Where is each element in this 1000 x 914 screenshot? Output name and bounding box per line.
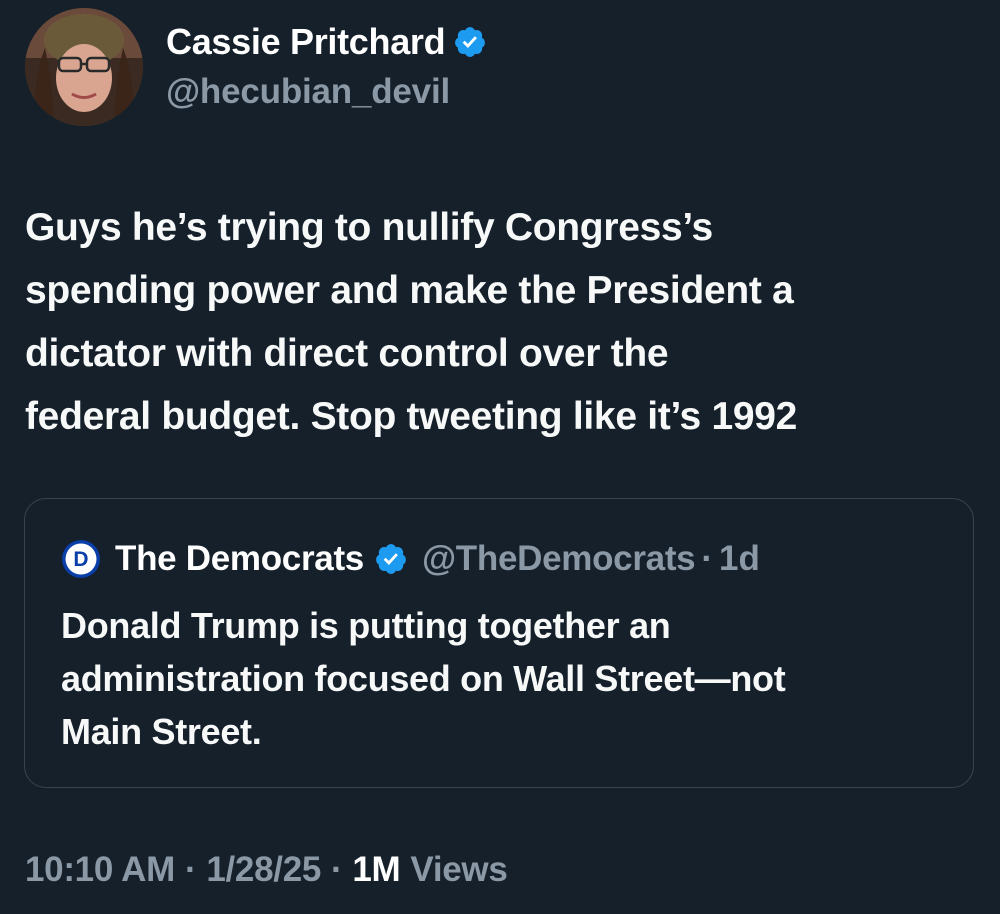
tweet-text-line: spending power and make the President a — [25, 269, 794, 312]
quoted-handle[interactable]: @TheDemocrats — [422, 539, 696, 579]
author-name-row: Cassie Pritchard — [166, 18, 487, 66]
tweet-text-line: Guys he’s trying to nullify Congress’s — [25, 206, 713, 249]
author-display-name[interactable]: Cassie Pritchard — [166, 21, 446, 63]
meta-separator: · — [331, 850, 343, 889]
tweet-time[interactable]: 10:10 AM — [25, 850, 175, 890]
quoted-text-line: Main Street. — [61, 711, 262, 752]
author-handle[interactable]: @hecubian_devil — [166, 72, 487, 112]
tweet-text: Guys he’s trying to nullify Congress’s s… — [25, 196, 985, 448]
meta-separator: · — [184, 850, 197, 889]
tweet: Cassie Pritchard @hecubian_devil Guys he… — [0, 0, 1000, 914]
quoted-display-name[interactable]: The Democrats — [115, 539, 364, 579]
verified-badge-icon — [374, 542, 408, 576]
quoted-tweet-header: D The Democrats @TheDemocrats · 1d — [61, 537, 760, 581]
author-block: Cassie Pritchard @hecubian_devil — [166, 18, 487, 112]
tweet-meta: 10:10 AM · 1/28/25 · 1M Views — [25, 850, 508, 890]
views-count: 1M — [352, 850, 401, 889]
quoted-timestamp[interactable]: 1d — [719, 539, 760, 579]
quoted-text-line: Donald Trump is putting together an — [61, 605, 671, 646]
quoted-separator: · — [701, 539, 713, 578]
quoted-tweet-text: Donald Trump is putting together an admi… — [61, 599, 941, 758]
verified-badge-icon — [453, 25, 487, 59]
tweet-text-line: dictator with direct control over the — [25, 332, 669, 375]
profile-photo — [25, 8, 143, 126]
tweet-date[interactable]: 1/28/25 — [206, 850, 321, 890]
democrats-logo-icon: D — [61, 539, 101, 579]
democrats-logo-letter: D — [73, 548, 88, 571]
quoted-text-line: administration focused on Wall Street—no… — [61, 658, 786, 699]
tweet-text-line: federal budget. Stop tweeting like it’s … — [25, 395, 798, 438]
quoted-tweet[interactable]: D The Democrats @TheDemocrats · 1d Donal… — [24, 498, 974, 788]
views-label: Views — [410, 850, 508, 889]
avatar[interactable] — [25, 8, 143, 126]
